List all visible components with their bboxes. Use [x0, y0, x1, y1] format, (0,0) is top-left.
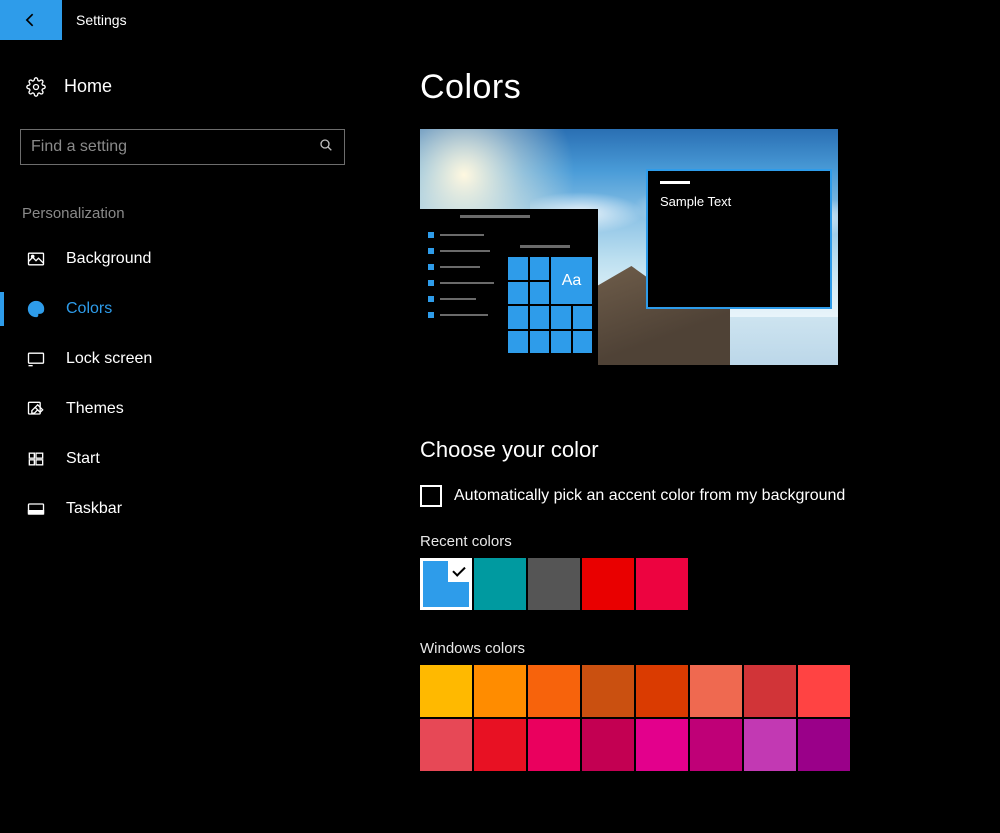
sidebar-item-background[interactable]: Background [18, 234, 347, 284]
recent-color-swatch[interactable] [528, 558, 580, 610]
sidebar-item-colors[interactable]: Colors [18, 284, 347, 334]
auto-accent-checkbox[interactable] [420, 485, 442, 507]
page-title: Colors [420, 68, 1000, 107]
sidebar-item-label: Colors [66, 300, 112, 318]
picture-icon [26, 249, 46, 269]
windows-color-swatch[interactable] [474, 719, 526, 771]
windows-color-swatch[interactable] [420, 665, 472, 717]
gear-icon [26, 77, 46, 97]
color-preview: Aa Sample Text [420, 129, 838, 365]
start-icon [26, 449, 46, 469]
back-arrow-icon [21, 10, 41, 30]
titlebar: Settings [0, 0, 1000, 40]
sidebar-item-taskbar[interactable]: Taskbar [18, 484, 347, 534]
recent-color-swatch[interactable] [420, 558, 472, 610]
windows-color-swatch[interactable] [582, 719, 634, 771]
nav-list: Background Colors Lock screen Themes Sta… [18, 234, 347, 534]
recent-colors-row [420, 558, 1000, 610]
preview-tile-aa: Aa [551, 257, 592, 304]
windows-color-swatch[interactable] [798, 719, 850, 771]
windows-colors-title: Windows colors [420, 640, 856, 657]
taskbar-icon [26, 499, 46, 519]
windows-color-swatch[interactable] [420, 719, 472, 771]
windows-color-swatch[interactable] [528, 665, 580, 717]
back-button[interactable] [0, 0, 62, 40]
search-icon [318, 137, 334, 158]
home-label: Home [64, 76, 112, 97]
preview-sample-window: Sample Text [646, 169, 832, 309]
search-input[interactable] [31, 138, 311, 156]
preview-window-handle [660, 181, 690, 184]
recent-colors-title: Recent colors [420, 533, 1000, 550]
preview-handle [460, 215, 530, 218]
sidebar-item-lock-screen[interactable]: Lock screen [18, 334, 347, 384]
preview-tiles: Aa [508, 257, 592, 353]
windows-color-swatch[interactable] [636, 665, 688, 717]
sidebar-item-label: Lock screen [66, 350, 152, 368]
sidebar-item-start[interactable]: Start [18, 434, 347, 484]
search-box[interactable] [20, 129, 345, 165]
preview-window-text: Sample Text [660, 194, 818, 209]
home-button[interactable]: Home [18, 72, 347, 111]
windows-color-swatch[interactable] [798, 665, 850, 717]
windows-color-swatch[interactable] [690, 665, 742, 717]
recent-color-swatch[interactable] [636, 558, 688, 610]
sidebar-item-themes[interactable]: Themes [18, 384, 347, 434]
sidebar-item-label: Taskbar [66, 500, 122, 518]
palette-icon [26, 299, 46, 319]
monitor-icon [26, 349, 46, 369]
check-icon [448, 560, 470, 582]
recent-color-swatch[interactable] [582, 558, 634, 610]
auto-accent-row[interactable]: Automatically pick an accent color from … [420, 485, 1000, 507]
windows-color-swatch[interactable] [474, 665, 526, 717]
windows-color-swatch[interactable] [744, 665, 796, 717]
auto-accent-label: Automatically pick an accent color from … [454, 487, 845, 505]
windows-colors-grid [420, 665, 856, 771]
preview-app-list [428, 227, 508, 323]
recent-color-swatch[interactable] [474, 558, 526, 610]
sidebar-item-label: Themes [66, 400, 124, 418]
preview-tile-handle [520, 245, 570, 248]
windows-color-swatch[interactable] [582, 665, 634, 717]
sidebar-item-label: Start [66, 450, 100, 468]
windows-color-swatch[interactable] [690, 719, 742, 771]
windows-color-swatch[interactable] [528, 719, 580, 771]
pencil-icon [26, 399, 46, 419]
windows-color-swatch[interactable] [744, 719, 796, 771]
sidebar: Home Personalization Background Colors L… [0, 40, 365, 833]
app-title: Settings [76, 12, 127, 28]
sidebar-item-label: Background [66, 250, 151, 268]
content: Colors Aa [365, 40, 1000, 833]
windows-color-swatch[interactable] [636, 719, 688, 771]
choose-color-heading: Choose your color [420, 437, 1000, 463]
section-title: Personalization [22, 205, 347, 222]
